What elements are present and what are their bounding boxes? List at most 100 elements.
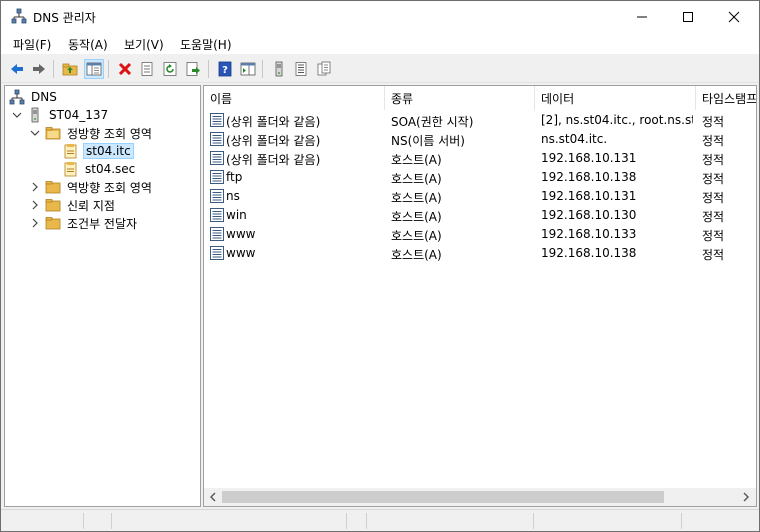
cell-timestamp: 정적	[702, 172, 725, 186]
table-row[interactable]: (상위 폴더와 같음) SOA(권한 시작) [2], ns.st04.itc., …	[204, 111, 756, 130]
menu-view[interactable]: 보기(V)	[124, 36, 164, 53]
toolbar: ?	[1, 55, 759, 83]
cell-name: www	[226, 227, 256, 241]
delete-icon	[118, 62, 132, 76]
record-list-button[interactable]	[291, 59, 311, 79]
back-icon	[11, 64, 23, 74]
folder-icon	[45, 179, 61, 195]
tree-item-conditional-forwarders[interactable]: 조건부 전달자	[29, 214, 139, 232]
show-hide-tree-icon	[86, 62, 102, 76]
properties-icon	[141, 62, 153, 76]
menu-help[interactable]: 도움말(H)	[180, 36, 232, 53]
table-row[interactable]: win 호스트(A) 192.168.10.130 정적	[204, 206, 756, 225]
menu-action[interactable]: 동작(A)	[68, 36, 108, 53]
cell-data: 192.168.10.138	[541, 170, 637, 184]
table-row[interactable]: www 호스트(A) 192.168.10.133 정적	[204, 225, 756, 244]
export-list-button[interactable]	[183, 59, 203, 79]
dns-record-icon	[209, 112, 225, 128]
tree-label-conditional-forwarders: 조건부 전달자	[67, 216, 138, 231]
tree-item-server[interactable]: ST04_137	[11, 106, 110, 124]
cell-data: 192.168.10.133	[541, 227, 637, 241]
cell-type: 호스트(A)	[391, 210, 442, 224]
dns-manager-window: DNS 관리자 파일(F) 동작(A) 보기(V) 도움말(H) ? DNS S…	[0, 0, 760, 532]
cell-name: (상위 폴더와 같음)	[226, 134, 321, 148]
cell-type: SOA(권한 시작)	[391, 115, 474, 129]
cell-timestamp: 정적	[702, 115, 725, 129]
dns-app-icon	[11, 8, 27, 24]
chevron-right-icon[interactable]	[29, 217, 41, 229]
tree-label-zone-sec: st04.sec	[85, 162, 136, 176]
table-row[interactable]: (상위 폴더와 같음) NS(이름 서버) ns.st04.itc. 정적	[204, 130, 756, 149]
tree-item-zone-itc[interactable]: st04.itc	[63, 142, 134, 160]
cell-data: 192.168.10.130	[541, 208, 637, 222]
column-header-type[interactable]: 종류	[385, 86, 535, 110]
scroll-left-icon[interactable]	[206, 490, 220, 504]
menu-file[interactable]: 파일(F)	[13, 36, 51, 53]
up-folder-button[interactable]	[60, 59, 80, 79]
cell-name: ftp	[226, 170, 243, 184]
scrollbar-thumb[interactable]	[222, 491, 664, 503]
tree-label-reverse-zone: 역방향 조회 영역	[67, 180, 152, 195]
cell-type: 호스트(A)	[391, 248, 442, 262]
cell-data: 192.168.10.138	[541, 246, 637, 260]
cell-timestamp: 정적	[702, 248, 725, 262]
close-icon	[728, 11, 740, 22]
tree-item-dns[interactable]: DNS	[9, 88, 59, 106]
column-header-timestamp[interactable]: 타임스탬프	[696, 86, 756, 110]
server-button[interactable]	[269, 59, 289, 79]
help-icon: ?	[218, 61, 232, 77]
table-row[interactable]: ns 호스트(A) 192.168.10.131 정적	[204, 187, 756, 206]
export-icon	[186, 62, 200, 76]
properties-button[interactable]	[137, 59, 157, 79]
scroll-right-icon[interactable]	[739, 490, 753, 504]
cell-type: 호스트(A)	[391, 229, 442, 243]
back-button[interactable]	[7, 59, 27, 79]
title-bar: DNS 관리자	[1, 1, 759, 32]
menu-bar: 파일(F) 동작(A) 보기(V) 도움말(H)	[1, 32, 759, 54]
refresh-button[interactable]	[160, 59, 180, 79]
table-row[interactable]: ftp 호스트(A) 192.168.10.138 정적	[204, 168, 756, 187]
cell-name: (상위 폴더와 같음)	[226, 153, 321, 167]
forward-button[interactable]	[29, 59, 49, 79]
server-icon	[275, 61, 283, 77]
tree-item-trust-points[interactable]: 신뢰 지점	[29, 196, 117, 214]
zone-file-icon	[63, 161, 79, 177]
tree-item-zone-sec[interactable]: st04.sec	[63, 160, 137, 178]
delete-button[interactable]	[115, 59, 135, 79]
tree-label-forward-zone: 정방향 조회 영역	[67, 126, 152, 141]
cell-timestamp: 정적	[702, 153, 725, 167]
close-button[interactable]	[711, 1, 757, 32]
folder-icon	[45, 197, 61, 213]
chevron-down-icon[interactable]	[11, 109, 23, 121]
console-button[interactable]	[238, 59, 258, 79]
show-hide-tree-button[interactable]	[84, 59, 104, 79]
cell-data: 192.168.10.131	[541, 151, 637, 165]
folder-icon	[45, 215, 61, 231]
maximize-button[interactable]	[665, 1, 711, 32]
tree-item-reverse-zone[interactable]: 역방향 조회 영역	[29, 178, 154, 196]
chevron-down-icon[interactable]	[29, 127, 41, 139]
maximize-icon	[683, 11, 693, 22]
tree-item-forward-zone[interactable]: 정방향 조회 영역	[29, 124, 154, 142]
records-list: 이름 종류 데이터 타임스탬프 (상위 폴더와 같음) SOA(권한 시작) [2]…	[203, 85, 757, 507]
cell-timestamp: 정적	[702, 229, 725, 243]
table-row[interactable]: www 호스트(A) 192.168.10.138 정적	[204, 244, 756, 263]
table-row[interactable]: (상위 폴더와 같음) 호스트(A) 192.168.10.131 정적	[204, 149, 756, 168]
dns-record-icon	[209, 131, 225, 147]
zone-file-icon	[63, 143, 79, 159]
cell-timestamp: 정적	[702, 210, 725, 224]
dns-record-icon	[209, 207, 225, 223]
up-folder-icon	[62, 63, 78, 76]
column-header-data[interactable]: 데이터	[535, 86, 696, 110]
copy-button[interactable]	[314, 59, 334, 79]
column-header-name[interactable]: 이름	[204, 86, 385, 110]
cell-name: (상위 폴더와 같음)	[226, 115, 321, 129]
minimize-button[interactable]	[619, 1, 665, 32]
help-button[interactable]: ?	[215, 59, 235, 79]
dns-record-icon	[209, 226, 225, 242]
horizontal-scrollbar[interactable]	[204, 488, 756, 506]
chevron-right-icon[interactable]	[29, 199, 41, 211]
chevron-right-icon[interactable]	[29, 181, 41, 193]
cell-timestamp: 정적	[702, 191, 725, 205]
svg-text:?: ?	[222, 65, 228, 76]
